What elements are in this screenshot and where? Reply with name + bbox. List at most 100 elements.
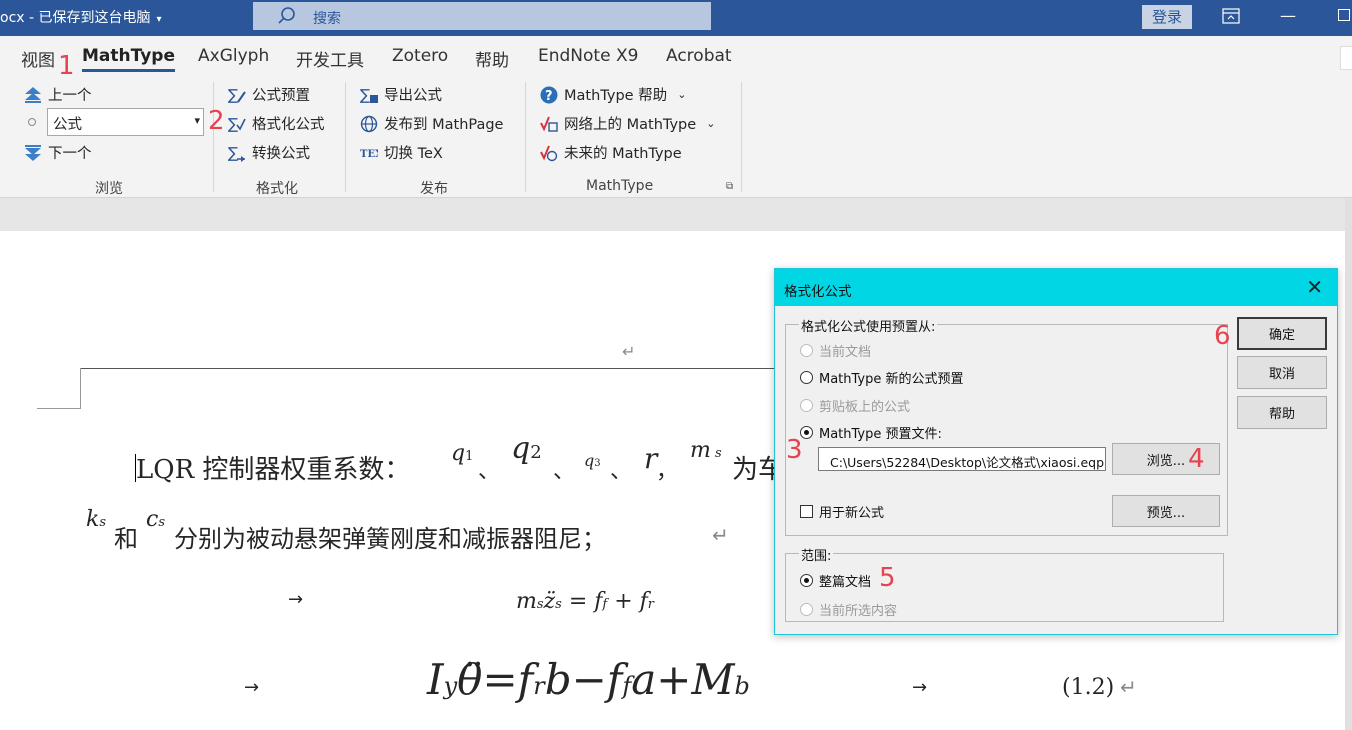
previous-equation-button[interactable]: 上一个	[24, 84, 92, 105]
mathtype-web-icon	[540, 116, 558, 132]
dialog-titlebar[interactable]: 格式化公式 ✕	[775, 269, 1337, 306]
radio-label: 当前文档	[819, 345, 872, 360]
tab-zotero[interactable]: Zotero	[392, 46, 448, 66]
header-rule	[80, 368, 780, 369]
separator: 、	[478, 459, 501, 484]
mathtype-web-button[interactable]: 网络上的 MathType ⌄	[540, 113, 715, 134]
equation-ms[interactable]: m s	[690, 438, 722, 463]
equation-q1[interactable]: q1	[451, 441, 473, 466]
sigma-format-icon: ∑	[228, 115, 246, 133]
style-select-value: 公式	[53, 117, 82, 133]
group-label-mathtype: MathType	[586, 178, 654, 194]
chevron-down-icon: ▾	[194, 114, 200, 127]
radio-label: MathType 预置文件:	[819, 427, 942, 442]
mathtype-help-button[interactable]: ? MathType 帮助 ⌄	[540, 84, 686, 105]
arrow-up-icon	[25, 86, 41, 103]
search-placeholder: 搜索	[313, 11, 341, 27]
mathtype-web-label: 网络上的 MathType	[564, 117, 697, 133]
radio-dot	[800, 344, 813, 357]
group-label-publish: 发布	[420, 181, 448, 197]
radio-clipboard-equation[interactable]: 剪贴板上的公式	[800, 396, 910, 415]
radio-label: 当前所选内容	[819, 604, 898, 619]
body-line-2: 分别为被动悬架弹簧刚度和减振器阻尼；	[174, 525, 606, 553]
export-label: 导出公式	[384, 88, 442, 104]
tab-help[interactable]: 帮助	[475, 46, 509, 71]
equation-number: (1.2)	[1062, 675, 1115, 700]
equation-moment-balance[interactable]: Iyθ̈=frb−ffa+Mb	[427, 655, 750, 704]
radio-mathtype-preset-file[interactable]: MathType 预置文件:	[800, 423, 942, 442]
preset-file-path-input[interactable]: C:\Users\52284\Desktop\论文格式\xiaosi.eqp	[818, 447, 1106, 471]
next-label: 下一个	[48, 146, 92, 162]
mathtype-future-button[interactable]: 未来的 MathType	[540, 142, 682, 163]
preview-button[interactable]: 预览...	[1112, 495, 1220, 527]
help-circle-icon: ?	[540, 86, 558, 104]
share-button[interactable]	[1340, 46, 1352, 70]
close-icon[interactable]: ✕	[1306, 275, 1323, 299]
radio-dot	[800, 574, 813, 587]
tab-mathtype[interactable]: MathType	[82, 46, 175, 72]
vertical-scrollbar[interactable]	[1345, 198, 1352, 730]
radio-dot	[800, 399, 813, 412]
tab-view[interactable]: 视图	[21, 46, 55, 71]
help-button[interactable]: 帮助	[1237, 396, 1327, 429]
publish-mathpage-label: 发布到 MathPage	[384, 117, 504, 133]
sigma-convert-icon: ∑	[228, 144, 245, 162]
radio-label: 整篇文档	[819, 575, 872, 590]
equation-q3[interactable]: q3	[584, 451, 601, 470]
annotation-4: 4	[1188, 444, 1205, 474]
group-divider	[345, 82, 346, 192]
equation-cs[interactable]: cs	[146, 507, 165, 532]
tab-arrow: →	[288, 589, 304, 610]
svg-text:∑: ∑	[228, 115, 238, 133]
equation-presets-button[interactable]: ∑ 公式预置	[228, 84, 310, 105]
radio-whole-document[interactable]: 整篇文档	[800, 571, 871, 590]
tab-acrobat[interactable]: Acrobat	[666, 46, 732, 66]
login-button[interactable]: 登录	[1142, 5, 1192, 29]
toggle-tex-button[interactable]: TEX 切换 TeX	[360, 142, 443, 163]
ribbon: 上一个 公式 ▾ 下一个 浏览 ∑ 公式预置 ∑ 格式化公式 ∑ 转换公式 格式化…	[0, 74, 1352, 198]
chevron-down-icon[interactable]: ▾	[157, 14, 162, 25]
group-label-browse: 浏览	[95, 181, 123, 197]
equation-force-balance[interactable]: msz̈s = ff + fr	[516, 589, 654, 614]
use-for-new-equations-checkbox[interactable]: 用于新公式	[800, 502, 884, 521]
document-title[interactable]: ocx - 已保存到这台电脑 ▾	[0, 7, 162, 27]
annotation-3: 3	[786, 435, 803, 465]
cancel-button[interactable]: 取消	[1237, 356, 1327, 389]
document-title-text: ocx - 已保存到这台电脑	[0, 10, 151, 26]
publish-mathpage-button[interactable]: 发布到 MathPage	[360, 113, 503, 134]
body-line-1: LQR 控制器权重系数：	[136, 449, 410, 486]
ok-button[interactable]: 确定	[1237, 317, 1327, 350]
separator: ，	[656, 459, 679, 484]
tab-axglyph[interactable]: AxGlyph	[198, 46, 269, 66]
radio-mathtype-new-presets[interactable]: MathType 新的公式预置	[800, 368, 964, 387]
presets-label: 公式预置	[252, 88, 310, 104]
maximize-icon[interactable]	[1338, 9, 1350, 21]
checkbox-box	[800, 505, 813, 518]
format-equations-button[interactable]: ∑ 格式化公式	[228, 113, 325, 134]
annotation-6: 6	[1214, 321, 1231, 351]
chevron-down-icon: ⌄	[677, 88, 687, 101]
paragraph-mark: ↵	[712, 523, 729, 547]
equation-q2[interactable]: q2	[511, 431, 542, 466]
globe-icon	[360, 115, 378, 132]
mathtype-future-label: 未来的 MathType	[564, 146, 682, 162]
mathtype-future-icon	[540, 145, 558, 161]
search-box[interactable]: 搜索	[253, 2, 711, 30]
annotation-5: 5	[879, 563, 896, 593]
tab-developer[interactable]: 开发工具	[296, 46, 364, 71]
margin-mark	[80, 368, 81, 409]
ribbon-display-options-icon[interactable]	[1222, 8, 1240, 24]
sigma-export-icon: ∑	[360, 86, 378, 104]
radio-current-selection[interactable]: 当前所选内容	[800, 600, 897, 619]
equation-ks[interactable]: ks	[86, 507, 106, 532]
export-equations-button[interactable]: ∑ 导出公式	[360, 84, 442, 105]
radio-current-document[interactable]: 当前文档	[800, 341, 871, 360]
convert-equations-button[interactable]: ∑ 转换公式	[228, 142, 310, 163]
minimize-icon[interactable]: —	[1280, 6, 1296, 25]
tab-endnote[interactable]: EndNote X9	[538, 46, 638, 66]
tab-arrow: →	[244, 677, 260, 698]
equation-style-select[interactable]: 公式 ▾	[47, 108, 204, 136]
next-equation-button[interactable]: 下一个	[24, 142, 92, 163]
convert-label: 转换公式	[252, 146, 310, 162]
dialog-launcher-icon[interactable]: ⧉	[726, 181, 733, 192]
